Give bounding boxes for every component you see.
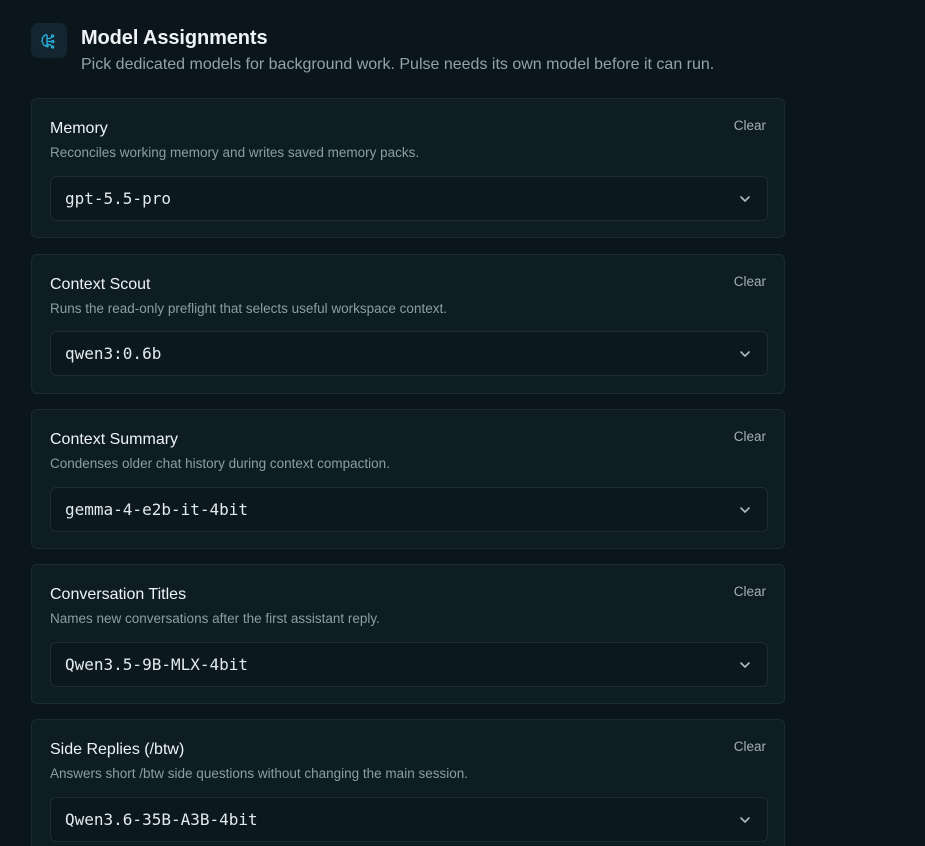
section-header: Model Assignments Pick dedicated models … (31, 23, 714, 75)
card-title: Context Scout (50, 276, 151, 293)
chevron-down-icon (740, 662, 750, 668)
clear-button[interactable]: Clear (734, 738, 766, 756)
card-description: Reconciles working memory and writes sav… (50, 145, 420, 160)
card-description: Answers short /btw side questions withou… (50, 766, 468, 781)
card-title: Side Replies (/btw) (50, 741, 185, 758)
card-description: Condenses older chat history during cont… (50, 456, 390, 471)
chevron-down-icon (740, 351, 750, 357)
model-assignments-page: Model Assignments Pick dedicated models … (0, 0, 925, 846)
chevron-down-icon (740, 507, 750, 513)
card-title: Context Summary (50, 431, 179, 448)
selected-model: gpt-5.5-pro (65, 189, 171, 208)
brain-circuit-icon (31, 23, 67, 58)
selected-model: gemma-4-e2b-it-4bit (65, 500, 249, 519)
model-select-context-scout[interactable]: qwen3:0.6b (50, 331, 768, 376)
card-description: Names new conversations after the first … (50, 611, 380, 626)
assignment-card-side-replies: Side Replies (/btw) Answers short /btw s… (31, 719, 785, 846)
assignment-card-conversation-titles: Conversation Titles Names new conversati… (31, 564, 785, 704)
model-select-context-summary[interactable]: gemma-4-e2b-it-4bit (50, 487, 768, 532)
clear-button[interactable]: Clear (734, 117, 766, 135)
clear-button[interactable]: Clear (734, 583, 766, 601)
chevron-down-icon (740, 196, 750, 202)
model-select-memory[interactable]: gpt-5.5-pro (50, 176, 768, 221)
model-select-conversation-titles[interactable]: Qwen3.5-9B-MLX-4bit (50, 642, 768, 687)
assignment-card-context-summary: Context Summary Condenses older chat his… (31, 409, 785, 549)
card-title: Memory (50, 120, 108, 137)
selected-model: qwen3:0.6b (65, 344, 162, 363)
selected-model: Qwen3.5-9B-MLX-4bit (65, 655, 249, 674)
clear-button[interactable]: Clear (734, 428, 766, 446)
clear-button[interactable]: Clear (734, 273, 766, 291)
selected-model: Qwen3.6-35B-A3B-4bit (65, 810, 258, 829)
model-select-side-replies[interactable]: Qwen3.6-35B-A3B-4bit (50, 797, 768, 842)
assignment-card-memory: Memory Reconciles working memory and wri… (31, 98, 785, 238)
page-subtitle: Pick dedicated models for background wor… (81, 56, 715, 73)
assignment-card-context-scout: Context Scout Runs the read-only preflig… (31, 254, 785, 394)
chevron-down-icon (740, 817, 750, 823)
header-text: Model Assignments Pick dedicated models … (81, 26, 714, 75)
card-title: Conversation Titles (50, 586, 187, 603)
card-description: Runs the read-only preflight that select… (50, 301, 447, 316)
page-title: Model Assignments (81, 27, 268, 49)
